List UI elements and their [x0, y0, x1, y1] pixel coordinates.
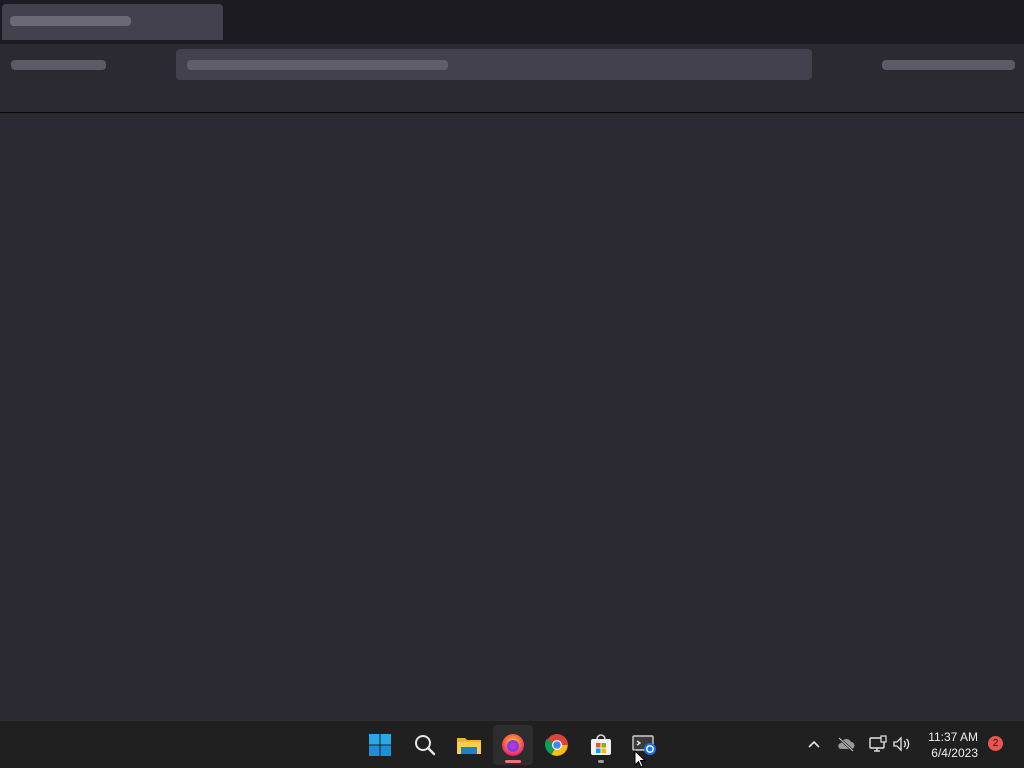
search-icon: [415, 735, 436, 756]
network-icon[interactable]: [867, 733, 889, 755]
start-button[interactable]: [360, 725, 400, 765]
firefox-icon: [502, 734, 524, 756]
notification-count-badge[interactable]: 2: [988, 736, 1003, 751]
mouse-cursor-icon: [634, 750, 646, 768]
firefox-button[interactable]: [493, 725, 533, 765]
browser-tab[interactable]: [2, 4, 223, 40]
taskbar: 11:37 AM 6/4/2023: [0, 720, 1024, 768]
browser-tab-strip: [0, 0, 1024, 44]
search-button[interactable]: [405, 725, 445, 765]
show-hidden-icons-chevron-up-icon[interactable]: [803, 733, 825, 755]
folder-icon: [457, 738, 481, 754]
system-clock[interactable]: 11:37 AM 6/4/2023: [928, 729, 978, 761]
volume-icon[interactable]: [891, 733, 913, 755]
active-app-indicator: [505, 760, 521, 763]
windows-logo-icon: [369, 734, 391, 756]
clock-date: 6/4/2023: [931, 746, 978, 760]
url-placeholder: [187, 60, 448, 70]
running-app-indicator: [598, 760, 604, 763]
toolbar-actions-placeholder: [882, 60, 1015, 70]
tab-title-placeholder: [10, 16, 131, 26]
chrome-icon: [545, 734, 568, 756]
file-explorer-button[interactable]: [449, 725, 489, 765]
chrome-button[interactable]: [537, 725, 577, 765]
microsoft-store-button[interactable]: [581, 725, 621, 765]
onedrive-offline-cloud-icon[interactable]: [835, 733, 857, 755]
clock-time: 11:37 AM: [928, 730, 978, 744]
store-icon: [591, 734, 611, 755]
browser-toolbar: [0, 44, 1024, 113]
nav-buttons-placeholder: [11, 60, 106, 70]
page-content: [0, 113, 1024, 720]
address-bar[interactable]: [176, 49, 812, 80]
